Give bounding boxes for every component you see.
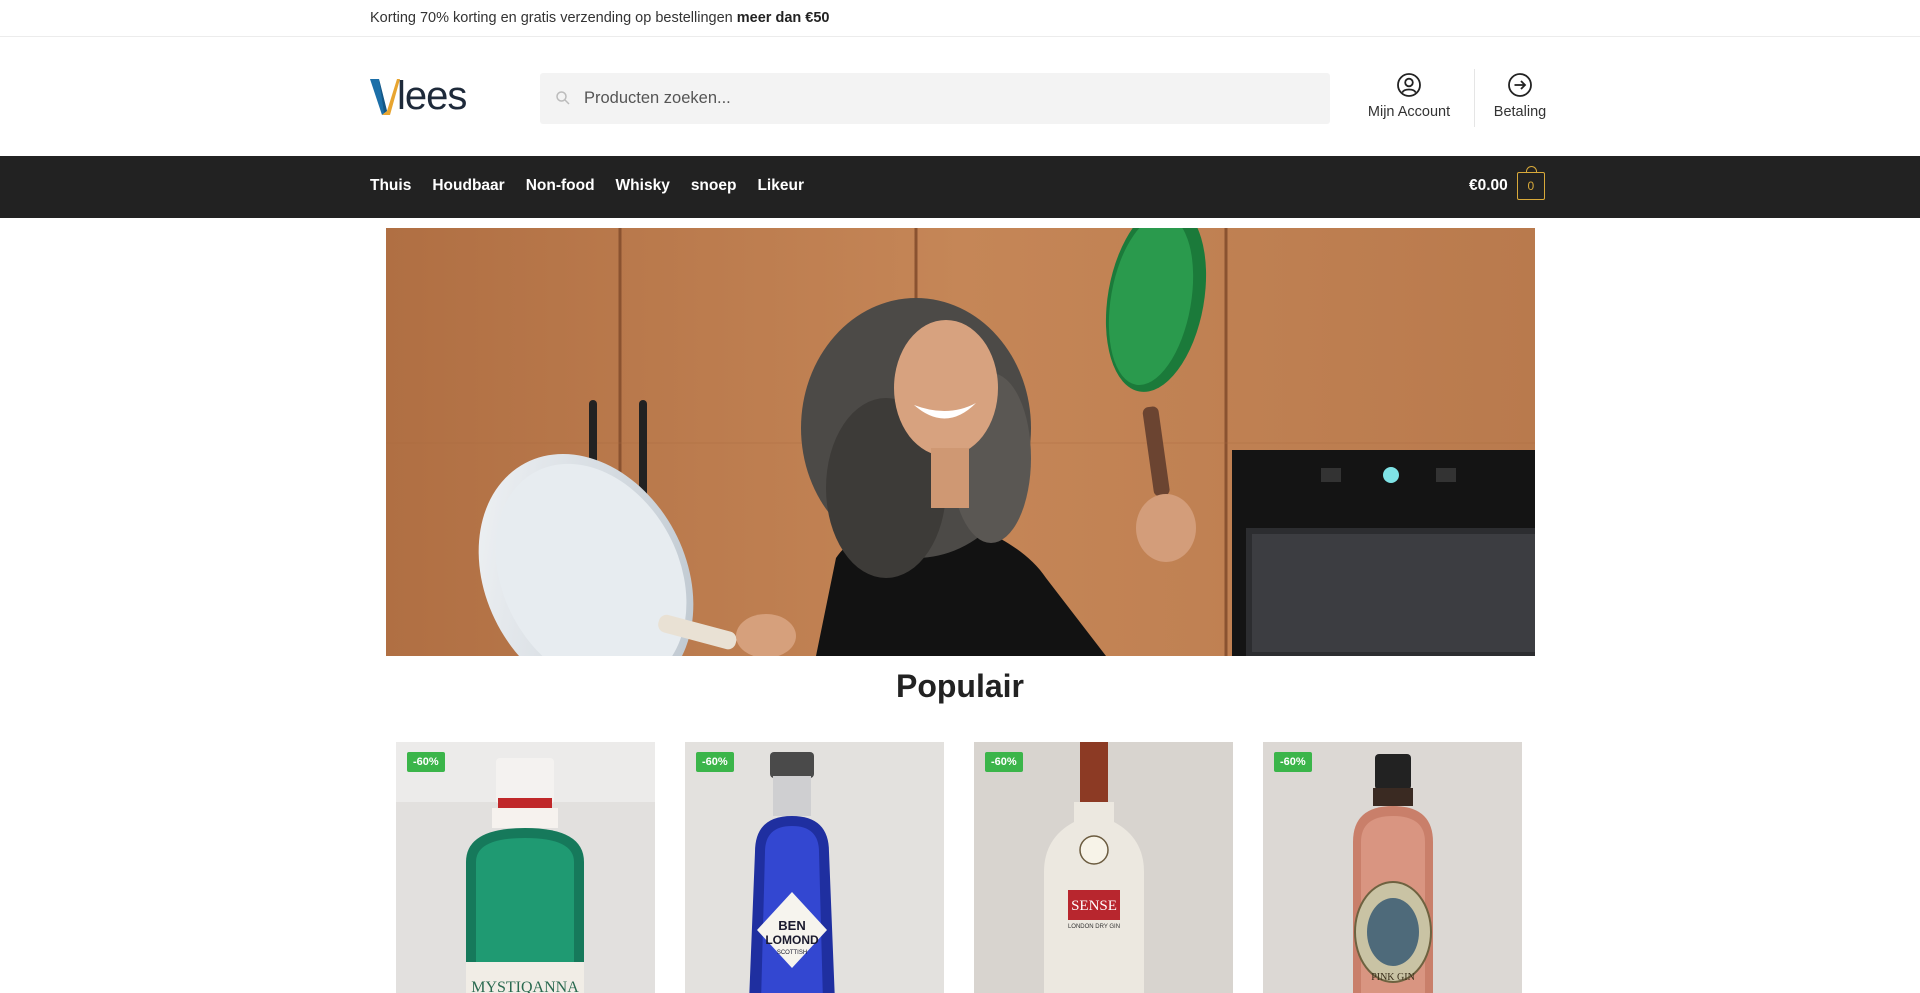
my-account-label: Mijn Account bbox=[1367, 104, 1451, 120]
site-logo[interactable]: lees bbox=[370, 74, 467, 118]
my-account-link[interactable]: Mijn Account bbox=[1354, 72, 1464, 120]
nav-item-snoep[interactable]: snoep bbox=[691, 177, 737, 195]
nav-item-non-food[interactable]: Non-food bbox=[526, 177, 595, 195]
sale-badge: -60% bbox=[985, 752, 1023, 772]
logo-text: lees bbox=[397, 74, 467, 118]
product-image: SENSE LONDON DRY GIN bbox=[974, 742, 1233, 993]
cart-bag-icon: 0 bbox=[1516, 166, 1545, 200]
nav-menu: Thuis Houdbaar Non-food Whisky snoep Lik… bbox=[370, 177, 825, 195]
site-header: lees Mijn Account Betaling bbox=[0, 37, 1920, 156]
logo-v-icon bbox=[370, 79, 400, 115]
product-card[interactable]: -60% SENSE LONDON DRY GIN bbox=[974, 742, 1233, 993]
promo-message: Korting 70% korting en gratis verzending… bbox=[370, 10, 737, 26]
cart-count: 0 bbox=[1527, 179, 1535, 193]
svg-text:PINK GIN: PINK GIN bbox=[1371, 972, 1415, 983]
hero-banner[interactable] bbox=[386, 228, 1535, 656]
nav-item-houdbaar[interactable]: Houdbaar bbox=[432, 177, 504, 195]
nav-item-whisky[interactable]: Whisky bbox=[616, 177, 670, 195]
product-card[interactable]: -60% MYSTIQANNA bbox=[396, 742, 655, 993]
sale-badge: -60% bbox=[407, 752, 445, 772]
product-image: BEN LOMOND SCOTTISH bbox=[685, 742, 944, 993]
svg-text:LOMOND: LOMOND bbox=[765, 933, 819, 947]
product-label: MYSTIQANNA bbox=[471, 979, 579, 993]
promo-highlight: meer dan €50 bbox=[736, 10, 830, 26]
product-image: MYSTIQANNA bbox=[396, 742, 655, 993]
checkout-link[interactable]: Betaling bbox=[1465, 72, 1575, 120]
hero-image bbox=[386, 228, 1535, 656]
sale-badge: -60% bbox=[1274, 752, 1312, 772]
svg-text:LONDON DRY GIN: LONDON DRY GIN bbox=[1068, 924, 1120, 930]
product-card[interactable]: -60% BEN LOMOND SCOTTISH bbox=[685, 742, 944, 993]
user-circle-icon bbox=[1397, 73, 1421, 97]
product-image: PINK GIN bbox=[1263, 742, 1522, 993]
checkout-label: Betaling bbox=[1493, 104, 1547, 120]
svg-text:SENSE: SENSE bbox=[1071, 898, 1117, 914]
nav-item-likeur[interactable]: Likeur bbox=[757, 177, 804, 195]
cart-button[interactable]: €0.00 0 bbox=[1469, 166, 1545, 200]
nav-item-thuis[interactable]: Thuis bbox=[370, 177, 411, 195]
promo-text: Korting 70% korting en gratis verzending… bbox=[370, 10, 829, 26]
promo-bar: Korting 70% korting en gratis verzending… bbox=[0, 0, 1920, 37]
search-icon bbox=[556, 91, 570, 105]
search-box bbox=[540, 73, 1330, 124]
section-title: Populair bbox=[895, 668, 1024, 704]
main-navigation: Thuis Houdbaar Non-food Whisky snoep Lik… bbox=[0, 156, 1920, 218]
sale-badge: -60% bbox=[696, 752, 734, 772]
svg-text:BEN: BEN bbox=[778, 918, 805, 933]
svg-text:SCOTTISH: SCOTTISH bbox=[777, 950, 807, 956]
search-input[interactable] bbox=[540, 73, 1330, 124]
arrow-right-circle-icon bbox=[1508, 73, 1532, 97]
product-card[interactable]: -60% PINK GIN bbox=[1263, 742, 1522, 993]
cart-total: €0.00 bbox=[1469, 177, 1508, 194]
